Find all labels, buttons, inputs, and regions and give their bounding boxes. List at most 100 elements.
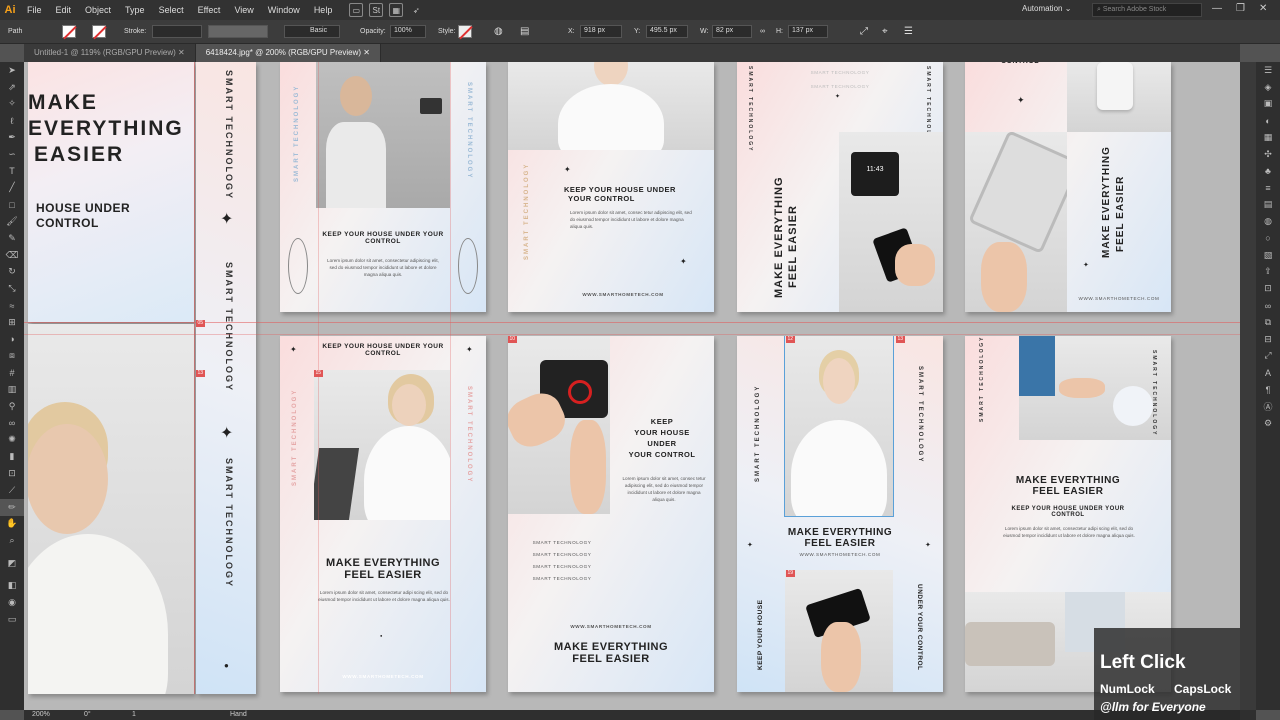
settings-icon[interactable]: ⚙ [1256, 415, 1280, 432]
arrange-documents-icon[interactable]: ▦ [389, 3, 404, 17]
color-mode-icon[interactable]: ◧ [0, 577, 24, 594]
gpu-performance-icon[interactable]: ➶ [409, 3, 423, 17]
y-field[interactable]: 495.5 px [646, 25, 688, 38]
close-icon[interactable]: ✕ [1259, 3, 1267, 14]
stroke-panel-icon[interactable]: ≡ [1256, 180, 1280, 197]
libraries-icon[interactable]: ▣ [1256, 96, 1280, 113]
h-field[interactable]: 137 px [788, 25, 828, 38]
lasso-icon[interactable]: ℓ [0, 112, 24, 129]
menu-window[interactable]: Window [261, 5, 307, 15]
pencil-tool-icon[interactable]: ✏ [0, 498, 24, 516]
recolor-icon[interactable]: ◍ [494, 26, 503, 37]
maximize-icon[interactable]: ❐ [1236, 3, 1245, 14]
rotate-tool-icon[interactable]: ↻ [0, 264, 24, 281]
menu-edit[interactable]: Edit [49, 5, 79, 15]
fill-swatch[interactable] [62, 25, 76, 38]
menu-object[interactable]: Object [78, 5, 118, 15]
photo-woman-white-selected[interactable] [784, 336, 894, 517]
scrollbar-vertical[interactable] [1240, 62, 1256, 710]
brushes-icon[interactable]: ✣ [1256, 146, 1280, 163]
mesh-tool-icon[interactable]: # [0, 364, 24, 381]
scale-tool-icon[interactable]: ⤡ [0, 280, 24, 297]
zoom-tool-icon[interactable]: ⌕ [0, 532, 24, 549]
minimize-icon[interactable]: — [1212, 3, 1222, 14]
links-icon[interactable]: ∞ [1256, 297, 1280, 314]
curvature-tool-icon[interactable]: ∽ [0, 146, 24, 163]
eyedropper-icon[interactable]: ⚲ [0, 398, 24, 415]
direct-selection-tool-icon[interactable]: ⇗ [0, 79, 24, 96]
color-icon[interactable]: ◐ [1256, 112, 1280, 129]
menu-help[interactable]: Help [307, 5, 340, 15]
artboard-tool-icon[interactable]: ⊡ [0, 465, 24, 482]
free-transform-icon[interactable]: ⊞ [0, 314, 24, 331]
type-tool-icon[interactable]: T [0, 163, 24, 180]
symbols-icon[interactable]: ♣ [1256, 163, 1280, 180]
menu-type[interactable]: Type [118, 5, 152, 15]
tab-6418424[interactable]: 6418424.jpg* @ 200% (RGB/GPU Preview) ✕ [195, 44, 381, 62]
bridge-icon[interactable]: ▭ [349, 3, 364, 17]
variable-width-field[interactable] [208, 25, 268, 38]
transform-icon[interactable]: ⤢ [860, 26, 868, 37]
blend-tool-icon[interactable]: ∞ [0, 415, 24, 432]
stroke-weight-field[interactable] [152, 25, 202, 38]
search-stock-input[interactable]: ⌕ Search Adobe Stock [1092, 3, 1202, 17]
screen-mode-icon[interactable]: ▭ [0, 611, 24, 628]
artboard-number[interactable]: 1 [132, 711, 136, 718]
paragraph-icon[interactable]: ¶ [1256, 381, 1280, 398]
glyphs-icon[interactable]: Ⓐ [1256, 398, 1280, 415]
workspace-switcher[interactable]: Automation ⌄ [1022, 4, 1071, 13]
warp-tool-icon[interactable]: ≈ [0, 297, 24, 314]
gradient-tool-icon[interactable]: ▥ [0, 381, 24, 398]
style-swatch[interactable] [458, 25, 472, 38]
graphic-styles-icon[interactable]: ▧ [1256, 247, 1280, 264]
stroke-swatch[interactable] [92, 25, 106, 38]
layers-icon[interactable]: ◈ [1256, 79, 1280, 96]
menu-effect[interactable]: Effect [191, 5, 228, 15]
magic-wand-icon[interactable]: ✧ [0, 96, 24, 113]
selection-tool-icon[interactable]: ➤ [0, 62, 24, 79]
hand-tool-icon[interactable]: ✋ [0, 516, 24, 533]
slice-tool-icon[interactable]: ⟋ [0, 482, 24, 499]
shaper-tool-icon[interactable]: ✎ [0, 230, 24, 247]
asset-export-icon[interactable]: ⇪ [1256, 264, 1280, 281]
fill-stroke-icon[interactable]: ◩ [0, 549, 24, 577]
opacity-field[interactable]: 100% [390, 25, 426, 38]
menu-select[interactable]: Select [152, 5, 191, 15]
gradient-panel-icon[interactable]: ▤ [1256, 196, 1280, 213]
brush-definition[interactable]: Basic [284, 25, 340, 38]
swatches-icon[interactable]: ▦ [1256, 129, 1280, 146]
pen-tool-icon[interactable]: ✒ [0, 129, 24, 146]
close-tab-icon[interactable]: ✕ [363, 48, 370, 57]
tab-untitled[interactable]: Untitled-1 @ 119% (RGB/GPU Preview) ✕ [24, 44, 196, 62]
artboards-icon[interactable]: ⊡ [1256, 280, 1280, 297]
link-icon[interactable]: ∞ [760, 28, 765, 35]
zoom-level[interactable]: 200% [32, 711, 50, 718]
align-panel-icon[interactable]: ⊟ [1256, 331, 1280, 348]
align-icon[interactable]: ▤ [520, 26, 529, 37]
x-field[interactable]: 918 px [580, 25, 622, 38]
draw-mode-icon[interactable]: ◉ [0, 594, 24, 611]
pathfinder-icon[interactable]: ⧉ [1256, 314, 1280, 331]
appearance-icon[interactable]: ○ [1256, 230, 1280, 247]
rotation-value[interactable]: 0° [84, 711, 91, 718]
artboard-canvas[interactable]: MAKE EVERYTHING EASIER HOUSE UNDER CONTR… [24, 62, 1240, 710]
panel-menu-icon[interactable]: ☰ [904, 26, 913, 37]
transparency-icon[interactable]: ◍ [1256, 213, 1280, 230]
graph-tool-icon[interactable]: ▮ [0, 448, 24, 465]
rectangle-tool-icon[interactable]: □ [0, 196, 24, 213]
properties-icon[interactable]: ☰ [1256, 62, 1280, 79]
close-tab-icon[interactable]: ✕ [178, 48, 185, 57]
menu-file[interactable]: File [20, 5, 49, 15]
transform-panel-icon[interactable]: ⤢ [1256, 348, 1280, 365]
eraser-icon[interactable]: ⌫ [0, 247, 24, 264]
shape-builder-icon[interactable]: ◑ [0, 331, 24, 348]
line-tool-icon[interactable]: ╱ [0, 180, 24, 197]
paintbrush-icon[interactable]: 🖌 [0, 213, 24, 230]
character-icon[interactable]: A [1256, 364, 1280, 381]
stock-icon[interactable]: St [369, 3, 384, 17]
w-field[interactable]: 82 px [712, 25, 752, 38]
perspective-grid-icon[interactable]: ⧈ [0, 348, 24, 365]
menu-view[interactable]: View [227, 5, 260, 15]
isolate-icon[interactable]: ⌖ [882, 26, 888, 37]
symbol-sprayer-icon[interactable]: ✺ [0, 432, 24, 449]
